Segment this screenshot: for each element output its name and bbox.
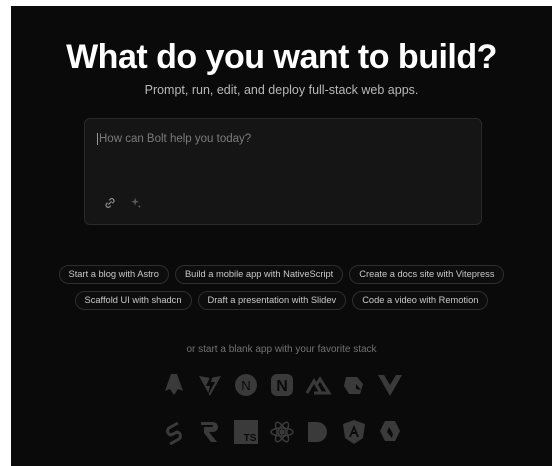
stack-icons-row-2: TS [11, 419, 552, 445]
svg-text:N: N [276, 378, 288, 395]
chip-remotion[interactable]: Code a video with Remotion [352, 291, 489, 310]
chip-slidev[interactable]: Draft a presentation with Slidev [197, 291, 347, 310]
sparkle-icon[interactable] [128, 195, 144, 211]
nuxt-n-icon[interactable]: N [233, 372, 259, 398]
app-frame: What do you want to build? Prompt, run, … [11, 6, 552, 466]
vite-icon[interactable] [197, 372, 223, 398]
suggestion-row-2: Scaffold UI with shadcn Draft a presenta… [11, 291, 552, 310]
page-subtitle: Prompt, run, edit, and deploy full-stack… [144, 83, 419, 97]
suggestion-row-1: Start a blog with Astro Build a mobile a… [11, 265, 552, 284]
svelte-icon[interactable] [161, 419, 187, 445]
next-n-icon[interactable]: N [269, 372, 295, 398]
prompt-box [84, 118, 482, 225]
link-icon[interactable] [102, 195, 118, 211]
prompt-tools [102, 195, 144, 211]
stack-label: or start a blank app with your favorite … [186, 344, 377, 355]
chip-mobile-nativescript[interactable]: Build a mobile app with NativeScript [174, 265, 344, 284]
astro-icon[interactable] [161, 372, 187, 398]
typescript-icon[interactable]: TS [233, 419, 259, 445]
svg-text:TS: TS [243, 433, 256, 444]
remix-icon[interactable] [197, 419, 223, 445]
vue-icon[interactable] [377, 372, 403, 398]
suggestion-chips: Start a blog with Astro Build a mobile a… [11, 265, 552, 317]
stack-icons-row-1: N N [11, 372, 552, 398]
chip-blog-astro[interactable]: Start a blog with Astro [58, 265, 169, 284]
slidev-icon[interactable] [305, 419, 331, 445]
react-icon[interactable] [269, 419, 295, 445]
nuxt-mountain-icon[interactable] [305, 372, 331, 398]
chip-docs-vitepress[interactable]: Create a docs site with Vitepress [349, 265, 505, 284]
qwik-icon[interactable] [341, 372, 367, 398]
angular-icon[interactable] [341, 419, 367, 445]
qwik-q-icon[interactable] [377, 419, 403, 445]
prompt-input[interactable] [97, 133, 459, 145]
page-title: What do you want to build? [66, 38, 497, 76]
svg-text:N: N [241, 378, 250, 393]
chip-shadcn[interactable]: Scaffold UI with shadcn [74, 291, 192, 310]
